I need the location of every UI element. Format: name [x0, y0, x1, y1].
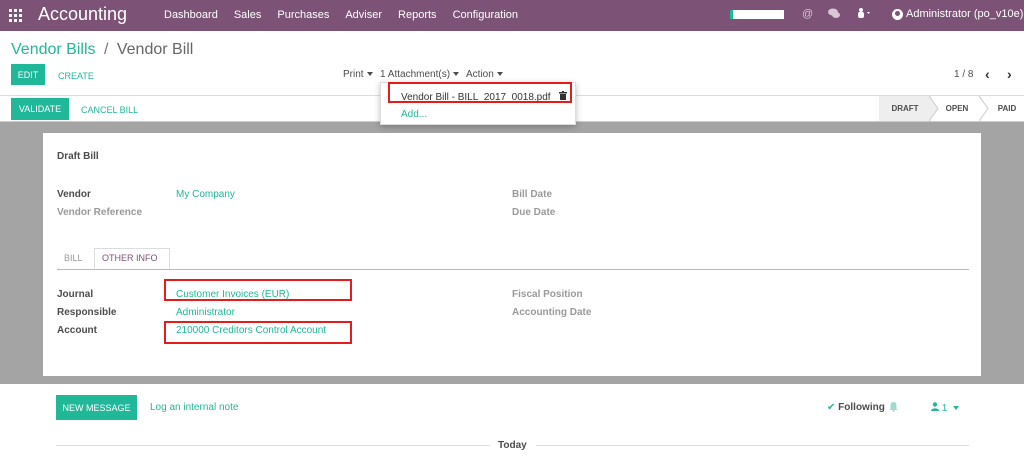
add-attachment-link[interactable]: Add... — [401, 109, 427, 120]
menu-configuration[interactable]: Configuration — [453, 9, 518, 21]
breadcrumb-separator: / — [103, 41, 109, 58]
tabs-divider — [57, 269, 969, 270]
following-label: Following — [838, 402, 885, 413]
menu-adviser[interactable]: Adviser — [345, 9, 382, 21]
vendor-label: Vendor — [57, 189, 91, 200]
top-navbar: Accounting Dashboard Sales Purchases Adv… — [0, 0, 1024, 31]
main-menu: Dashboard Sales Purchases Adviser Report… — [164, 9, 534, 21]
responsible-label: Responsible — [57, 307, 117, 318]
chat-icon[interactable] — [828, 8, 840, 22]
fiscal-position-label: Fiscal Position — [512, 289, 583, 300]
breadcrumb-vendor-bills[interactable]: Vendor Bills — [11, 41, 96, 58]
progress-indicator[interactable] — [730, 10, 784, 19]
journal-value[interactable]: Customer Invoices (EUR) — [176, 289, 289, 300]
timeline-divider — [536, 445, 969, 446]
at-icon[interactable]: @ — [802, 8, 813, 20]
followers-count: 1 — [941, 403, 948, 414]
log-note-button[interactable]: Log an internal note — [150, 402, 238, 413]
stage-open[interactable]: OPEN — [940, 96, 974, 121]
menu-dashboard[interactable]: Dashboard — [164, 9, 218, 21]
bill-date-label: Bill Date — [512, 189, 553, 200]
tab-bill[interactable]: BILL — [64, 253, 83, 263]
accounting-date-label: Accounting Date — [512, 307, 592, 318]
menu-sales[interactable]: Sales — [234, 9, 262, 21]
sheet-title: Draft Bill — [57, 151, 99, 162]
vendor-reference-label: Vendor Reference — [57, 207, 143, 218]
print-dropdown[interactable]: Print — [343, 69, 373, 80]
form-sheet — [43, 133, 981, 376]
user-name: Administrator (po_v10e) — [906, 8, 1024, 20]
validate-button[interactable]: VALIDATE — [11, 98, 69, 120]
caret-down-icon — [496, 72, 503, 77]
stage-draft[interactable]: DRAFT — [879, 96, 931, 121]
user-icon — [931, 402, 939, 411]
breadcrumb: Vendor Bills / Vendor Bill — [11, 41, 193, 59]
check-icon: ✔ — [827, 402, 836, 413]
account-value[interactable]: 210000 Creditors Control Account — [176, 325, 326, 336]
attachments-label: 1 Attachment(s) — [380, 69, 451, 80]
caret-down-icon — [953, 406, 960, 411]
bell-icon[interactable] — [889, 402, 898, 414]
attachments-dropdown[interactable]: 1 Attachment(s) — [380, 69, 460, 80]
due-date-label: Due Date — [512, 207, 556, 218]
caret-down-icon — [366, 72, 373, 77]
attachments-menu: Vendor Bill - BILL_2017_0018.pdf Add... — [380, 82, 576, 125]
action-label: Action — [466, 69, 494, 80]
followers-button[interactable]: 1 — [931, 402, 960, 414]
responsible-value[interactable]: Administrator — [176, 307, 235, 318]
create-button[interactable]: CREATE — [58, 71, 94, 81]
following-button[interactable]: ✔ Following — [827, 402, 885, 413]
stage-separator-icon — [979, 96, 989, 121]
avatar — [892, 8, 903, 20]
caret-down-icon — [453, 72, 460, 77]
stage-paid[interactable]: PAID — [992, 96, 1022, 121]
new-message-button[interactable]: NEW MESSAGE — [56, 395, 137, 420]
apps-grid-icon[interactable] — [9, 9, 22, 22]
user-menu[interactable]: Administrator (po_v10e) — [892, 8, 1023, 20]
attachment-file-link[interactable]: Vendor Bill - BILL_2017_0018.pdf — [401, 92, 551, 103]
menu-reports[interactable]: Reports — [398, 9, 437, 21]
bug-icon[interactable] — [856, 8, 872, 22]
tab-other-info[interactable]: OTHER INFO — [102, 253, 158, 263]
print-label: Print — [343, 69, 364, 80]
journal-label: Journal — [57, 289, 94, 300]
menu-purchases[interactable]: Purchases — [277, 9, 329, 21]
today-separator: Today — [498, 440, 527, 451]
breadcrumb-current: Vendor Bill — [116, 41, 194, 58]
pager-previous-button[interactable]: ‹ — [985, 66, 990, 82]
pager-next-button[interactable]: › — [1007, 66, 1012, 82]
pager-value[interactable]: 1 / 8 — [954, 69, 973, 80]
trash-icon[interactable] — [559, 91, 567, 103]
account-label: Account — [57, 325, 97, 336]
app-title[interactable]: Accounting — [38, 4, 127, 25]
vendor-value[interactable]: My Company — [176, 189, 235, 200]
edit-button[interactable]: EDIT — [11, 64, 45, 85]
cancel-bill-button[interactable]: CANCEL BILL — [81, 105, 138, 115]
timeline-divider — [56, 445, 490, 446]
action-dropdown[interactable]: Action — [466, 69, 503, 80]
